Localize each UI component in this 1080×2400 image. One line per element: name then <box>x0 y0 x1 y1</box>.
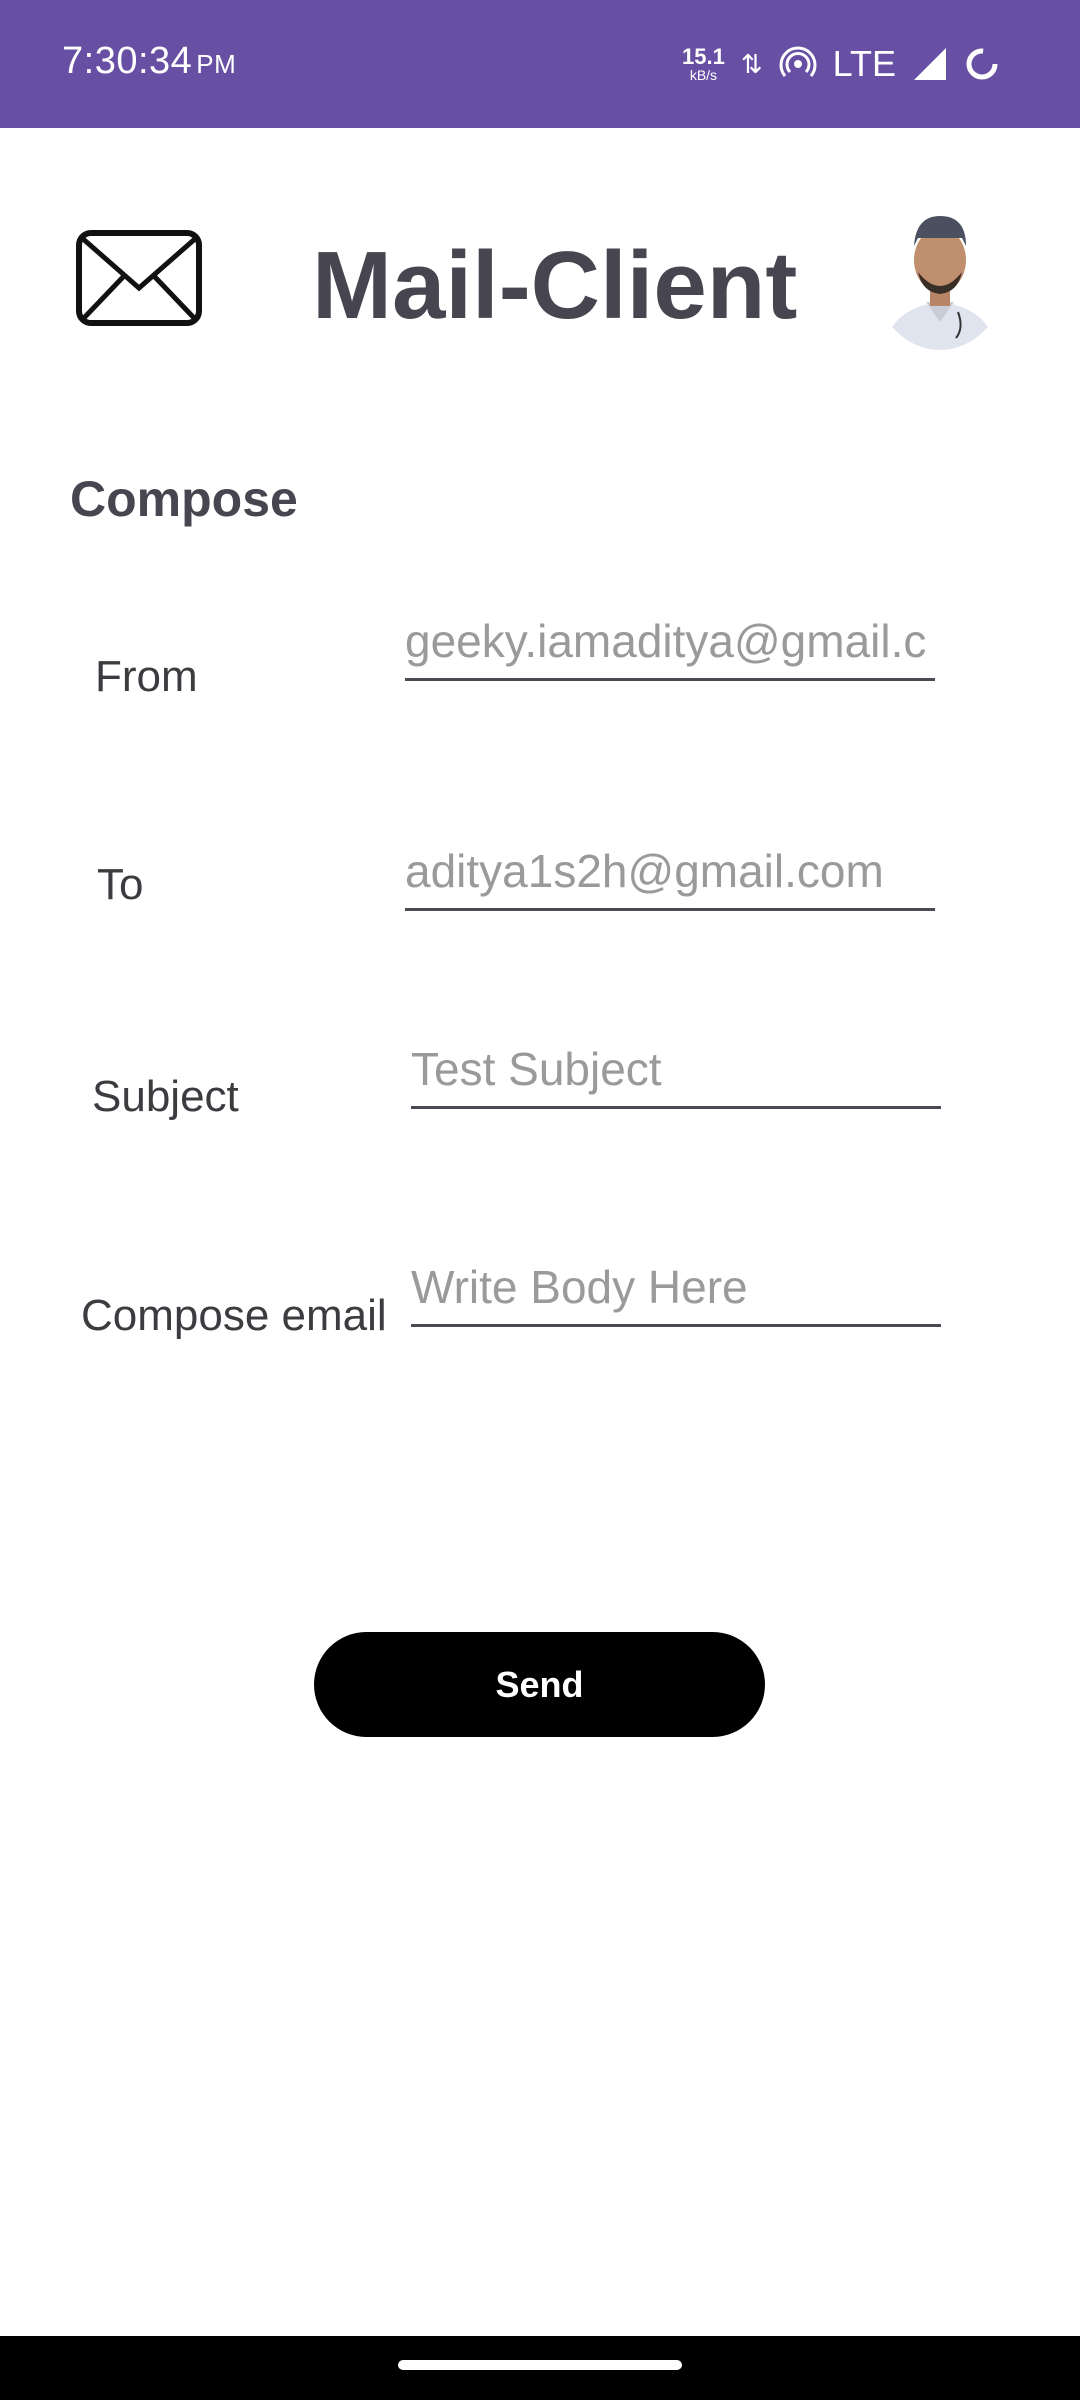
subject-field[interactable] <box>411 1036 941 1109</box>
status-bar: 7:30:34 PM 15.1 kB/s ⇅ LTE <box>0 0 1080 128</box>
profile-avatar[interactable] <box>874 202 1006 350</box>
network-type: LTE <box>832 43 896 84</box>
status-time: 7:30:34 PM <box>62 40 237 82</box>
to-field[interactable] <box>405 838 935 911</box>
home-gesture-handle[interactable] <box>398 2360 682 2370</box>
data-arrows-icon: ⇅ <box>740 49 763 79</box>
network-speed: 15.1 kB/s <box>682 44 725 83</box>
envelope-icon <box>76 230 202 326</box>
signal-icon <box>914 48 946 80</box>
from-input[interactable] <box>405 608 935 674</box>
status-icons: 15.1 kB/s ⇅ LTE <box>682 38 1000 90</box>
hotspot-icon <box>779 46 817 77</box>
from-label: From <box>95 652 198 701</box>
loading-circle-icon <box>966 48 998 80</box>
to-input[interactable] <box>405 838 935 904</box>
app-title: Mail-Client <box>312 232 798 339</box>
body-field[interactable] <box>411 1254 941 1327</box>
send-button[interactable]: Send <box>314 1632 765 1737</box>
compose-email-label: Compose email <box>81 1291 387 1340</box>
from-field[interactable] <box>405 608 935 681</box>
to-label: To <box>97 860 144 909</box>
subject-input[interactable] <box>411 1036 941 1102</box>
subject-label: Subject <box>92 1072 239 1121</box>
compose-heading: Compose <box>70 471 298 527</box>
body-input[interactable] <box>411 1254 941 1320</box>
navigation-bar <box>0 2336 1080 2400</box>
